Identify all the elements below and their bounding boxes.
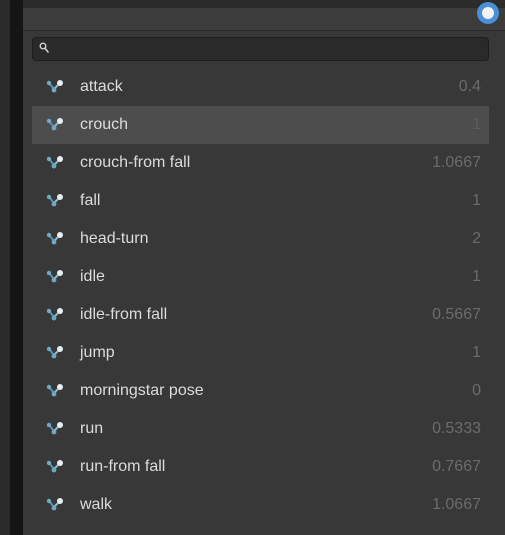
animation-list-item[interactable]: run 0.5333 [32, 410, 489, 448]
animation-list-item[interactable]: fall 1 [32, 182, 489, 220]
animation-duration: 0.4 [458, 78, 481, 95]
search-icon [39, 42, 49, 53]
skeleton-bones-icon [46, 422, 63, 435]
skeleton-bones-icon [46, 498, 63, 511]
animation-name: jump [80, 344, 115, 361]
animation-duration: 1 [472, 344, 481, 361]
animation-list-item[interactable]: jump 1 [32, 334, 489, 372]
header-strip [23, 0, 505, 8]
animation-list-item[interactable]: idle-from fall 0.5667 [32, 296, 489, 334]
animation-name: crouch [80, 116, 129, 133]
panel-divider[interactable] [10, 0, 23, 535]
animation-name: run-from fall [80, 458, 166, 475]
animation-list-item[interactable]: run-from fall 0.7667 [32, 448, 489, 486]
skeleton-bones-icon [46, 308, 63, 321]
skeleton-bones-icon [46, 270, 63, 283]
window-edge [0, 0, 10, 535]
animation-name: walk [80, 496, 113, 513]
animation-duration: 0.7667 [432, 458, 481, 475]
skeleton-bones-icon [46, 346, 63, 359]
animation-duration: 1 [472, 192, 481, 209]
skeleton-bones-icon [46, 118, 63, 131]
animation-duration: 1 [472, 116, 481, 133]
animation-list-item[interactable]: attack 0.4 [32, 68, 489, 106]
skeleton-bones-icon [46, 232, 63, 245]
animation-duration: 1 [472, 268, 481, 285]
animation-name: fall [80, 192, 101, 209]
skeleton-bones-icon [46, 460, 63, 473]
animation-list-item[interactable]: idle 1 [32, 258, 489, 296]
search-input[interactable] [55, 38, 475, 60]
animation-list-panel: attack 0.4 crouch 1 crouch-from fall 1.0… [23, 0, 505, 535]
animation-list: attack 0.4 crouch 1 crouch-from fall 1.0… [32, 68, 489, 524]
skeleton-bones-icon [46, 80, 63, 93]
animation-name: attack [80, 78, 123, 95]
animation-duration: 1.0667 [432, 496, 481, 513]
animation-list-item[interactable]: walk 1.0667 [32, 486, 489, 524]
search-field[interactable] [32, 37, 489, 61]
animation-duration: 0 [472, 382, 481, 399]
animation-duration: 0.5667 [432, 306, 481, 323]
animation-list-item[interactable]: crouch 1 [32, 106, 489, 144]
animation-name: head-turn [80, 230, 149, 247]
animation-name: idle-from fall [80, 306, 168, 323]
animation-list-item[interactable]: morningstar pose 0 [32, 372, 489, 410]
animation-name: crouch-from fall [80, 154, 191, 171]
animation-list-item[interactable]: head-turn 2 [32, 220, 489, 258]
animation-name: run [80, 420, 104, 437]
skeleton-bones-icon [46, 156, 63, 169]
panel-header [23, 0, 505, 31]
skeleton-bones-icon [46, 194, 63, 207]
animation-duration: 2 [472, 230, 481, 247]
animation-duration: 1.0667 [432, 154, 481, 171]
skeleton-bones-icon [46, 384, 63, 397]
animation-duration: 0.5333 [432, 420, 481, 437]
animation-name: idle [80, 268, 105, 285]
animation-list-item[interactable]: crouch-from fall 1.0667 [32, 144, 489, 182]
toggle-circle-icon[interactable] [477, 2, 499, 24]
animation-name: morningstar pose [80, 382, 204, 399]
